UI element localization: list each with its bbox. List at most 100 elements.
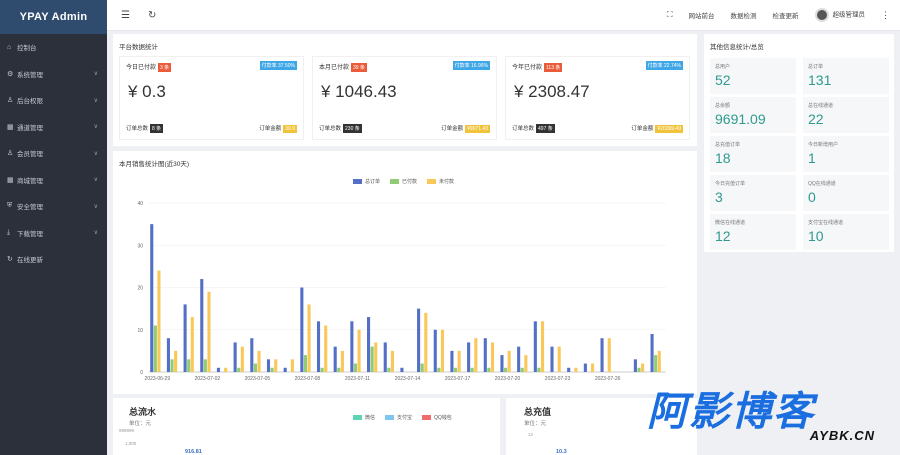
bar-总订单-10[interactable] <box>316 321 321 372</box>
menu-toggle-icon[interactable]: ☰ <box>121 10 130 21</box>
bar-已付款-21[interactable] <box>504 367 508 372</box>
bar-未付款-22[interactable] <box>524 355 528 372</box>
bar-已付款-5[interactable] <box>237 367 241 372</box>
bar-已付款-29[interactable] <box>637 367 641 372</box>
bar-总订单-7[interactable] <box>266 359 271 372</box>
user-menu[interactable]: 超级管理员 <box>814 8 865 22</box>
bar-已付款-19[interactable] <box>470 367 474 372</box>
nav-link-frontend[interactable]: 网站前台 <box>689 10 715 20</box>
bar-未付款-13[interactable] <box>374 342 378 372</box>
bar-已付款-13[interactable] <box>370 346 374 372</box>
bar-未付款-8[interactable] <box>290 359 294 372</box>
bar-未付款-20[interactable] <box>490 342 495 372</box>
legend-qq[interactable]: QQ钱包 <box>422 414 452 421</box>
bar-未付款-17[interactable] <box>440 329 445 372</box>
sidebar-item-2[interactable]: ♙ 后台权限 ∨ <box>0 87 107 114</box>
bar-总订单-22[interactable] <box>517 346 521 372</box>
bar-总订单-25[interactable] <box>567 367 571 372</box>
bar-未付款-6[interactable] <box>257 350 261 372</box>
bar-总订单-29[interactable] <box>633 359 637 372</box>
bar-未付款-26[interactable] <box>591 363 595 372</box>
bar-总订单-12[interactable] <box>350 321 354 372</box>
bar-总订单-4[interactable] <box>216 367 221 372</box>
bar-总订单-6[interactable] <box>250 338 254 372</box>
bar-总订单-26[interactable] <box>583 363 587 372</box>
legend-wechat[interactable]: 微信 <box>353 414 375 421</box>
bar-已付款-6[interactable] <box>253 363 257 372</box>
sidebar-item-0[interactable]: ⌂ 控制台 <box>0 34 107 61</box>
bar-已付款-14[interactable] <box>387 367 391 372</box>
bar-未付款-14[interactable] <box>390 350 394 372</box>
sidebar-item-1[interactable]: ⚙ 系统管理 ∨ <box>0 61 107 88</box>
bar-总订单-15[interactable] <box>400 367 404 372</box>
bar-未付款-29[interactable] <box>641 363 645 372</box>
bar-总订单-14[interactable] <box>383 342 387 372</box>
bar-未付款-4[interactable] <box>224 367 228 372</box>
bar-总订单-13[interactable] <box>367 317 371 372</box>
more-options-icon[interactable]: ⋮ <box>881 10 890 21</box>
bar-已付款-22[interactable] <box>520 367 524 372</box>
bar-未付款-16[interactable] <box>424 312 428 372</box>
bar-总订单-23[interactable] <box>533 321 537 372</box>
bar-已付款-11[interactable] <box>337 367 341 372</box>
bar-总订单-19[interactable] <box>467 342 471 372</box>
bar-已付款-1[interactable] <box>170 359 174 372</box>
bar-总订单-17[interactable] <box>433 329 437 372</box>
bar-未付款-9[interactable] <box>307 304 311 372</box>
bar-总订单-3[interactable] <box>200 279 204 372</box>
bar-已付款-3[interactable] <box>203 359 207 372</box>
bar-已付款-16[interactable] <box>420 363 424 372</box>
bar-未付款-27[interactable] <box>607 338 611 372</box>
legend-alipay[interactable]: 支付宝 <box>385 414 412 421</box>
bar-总订单-2[interactable] <box>183 304 187 372</box>
sidebar-item-8[interactable]: ↻ 在线更新 <box>0 246 107 273</box>
bar-总订单-9[interactable] <box>300 287 304 373</box>
bar-已付款-30[interactable] <box>654 355 658 372</box>
sidebar-item-4[interactable]: ♙ 会员管理 ∨ <box>0 140 107 167</box>
bar-未付款-19[interactable] <box>474 338 478 372</box>
bar-未付款-2[interactable] <box>190 317 194 372</box>
bar-未付款-0[interactable] <box>157 270 161 372</box>
bar-总订单-11[interactable] <box>333 346 337 372</box>
bar-未付款-10[interactable] <box>324 325 328 372</box>
bar-总订单-30[interactable] <box>650 333 654 372</box>
bar-总订单-24[interactable] <box>550 346 554 372</box>
sidebar-item-6[interactable]: ⛨ 安全管理 ∨ <box>0 193 107 220</box>
bar-未付款-7[interactable] <box>274 359 278 372</box>
nav-link-data-check[interactable]: 数据检测 <box>731 10 757 20</box>
bar-已付款-12[interactable] <box>353 363 358 372</box>
bar-已付款-9[interactable] <box>303 355 307 372</box>
fullscreen-icon[interactable]: ⛶ <box>667 10 673 20</box>
bar-未付款-23[interactable] <box>540 321 545 372</box>
bar-未付款-30[interactable] <box>657 350 661 372</box>
sidebar-item-5[interactable]: ▦ 商城管理 ∨ <box>0 167 107 194</box>
bar-已付款-10[interactable] <box>320 367 324 372</box>
bar-总订单-20[interactable] <box>483 338 487 372</box>
bar-已付款-2[interactable] <box>187 359 191 372</box>
bar-未付款-21[interactable] <box>507 350 511 372</box>
bar-未付款-5[interactable] <box>240 346 244 372</box>
bar-已付款-0[interactable] <box>153 325 157 372</box>
bar-已付款-17[interactable] <box>437 367 441 372</box>
bar-未付款-24[interactable] <box>557 346 561 372</box>
bar-已付款-7[interactable] <box>270 367 274 372</box>
nav-link-check-update[interactable]: 检查更新 <box>773 10 799 20</box>
bar-总订单-1[interactable] <box>166 338 170 372</box>
bar-未付款-12[interactable] <box>357 329 361 372</box>
bar-总订单-8[interactable] <box>283 367 287 372</box>
bar-总订单-21[interactable] <box>500 355 504 372</box>
sidebar-item-7[interactable]: ⤓ 下载管理 ∨ <box>0 220 107 247</box>
bar-总订单-27[interactable] <box>600 338 604 372</box>
bar-已付款-20[interactable] <box>487 367 491 372</box>
bar-已付款-23[interactable] <box>537 367 541 372</box>
refresh-icon[interactable]: ↻ <box>148 10 156 21</box>
app-logo[interactable]: YPAY Admin <box>0 0 107 34</box>
bar-未付款-3[interactable] <box>207 291 211 372</box>
bar-总订单-16[interactable] <box>417 308 421 372</box>
bar-未付款-1[interactable] <box>174 350 178 372</box>
bar-未付款-25[interactable] <box>574 367 578 372</box>
bar-未付款-18[interactable] <box>457 350 461 372</box>
bar-总订单-18[interactable] <box>450 350 454 372</box>
sidebar-item-3[interactable]: ▦ 通道管理 ∨ <box>0 114 107 141</box>
bar-未付款-11[interactable] <box>340 350 344 372</box>
